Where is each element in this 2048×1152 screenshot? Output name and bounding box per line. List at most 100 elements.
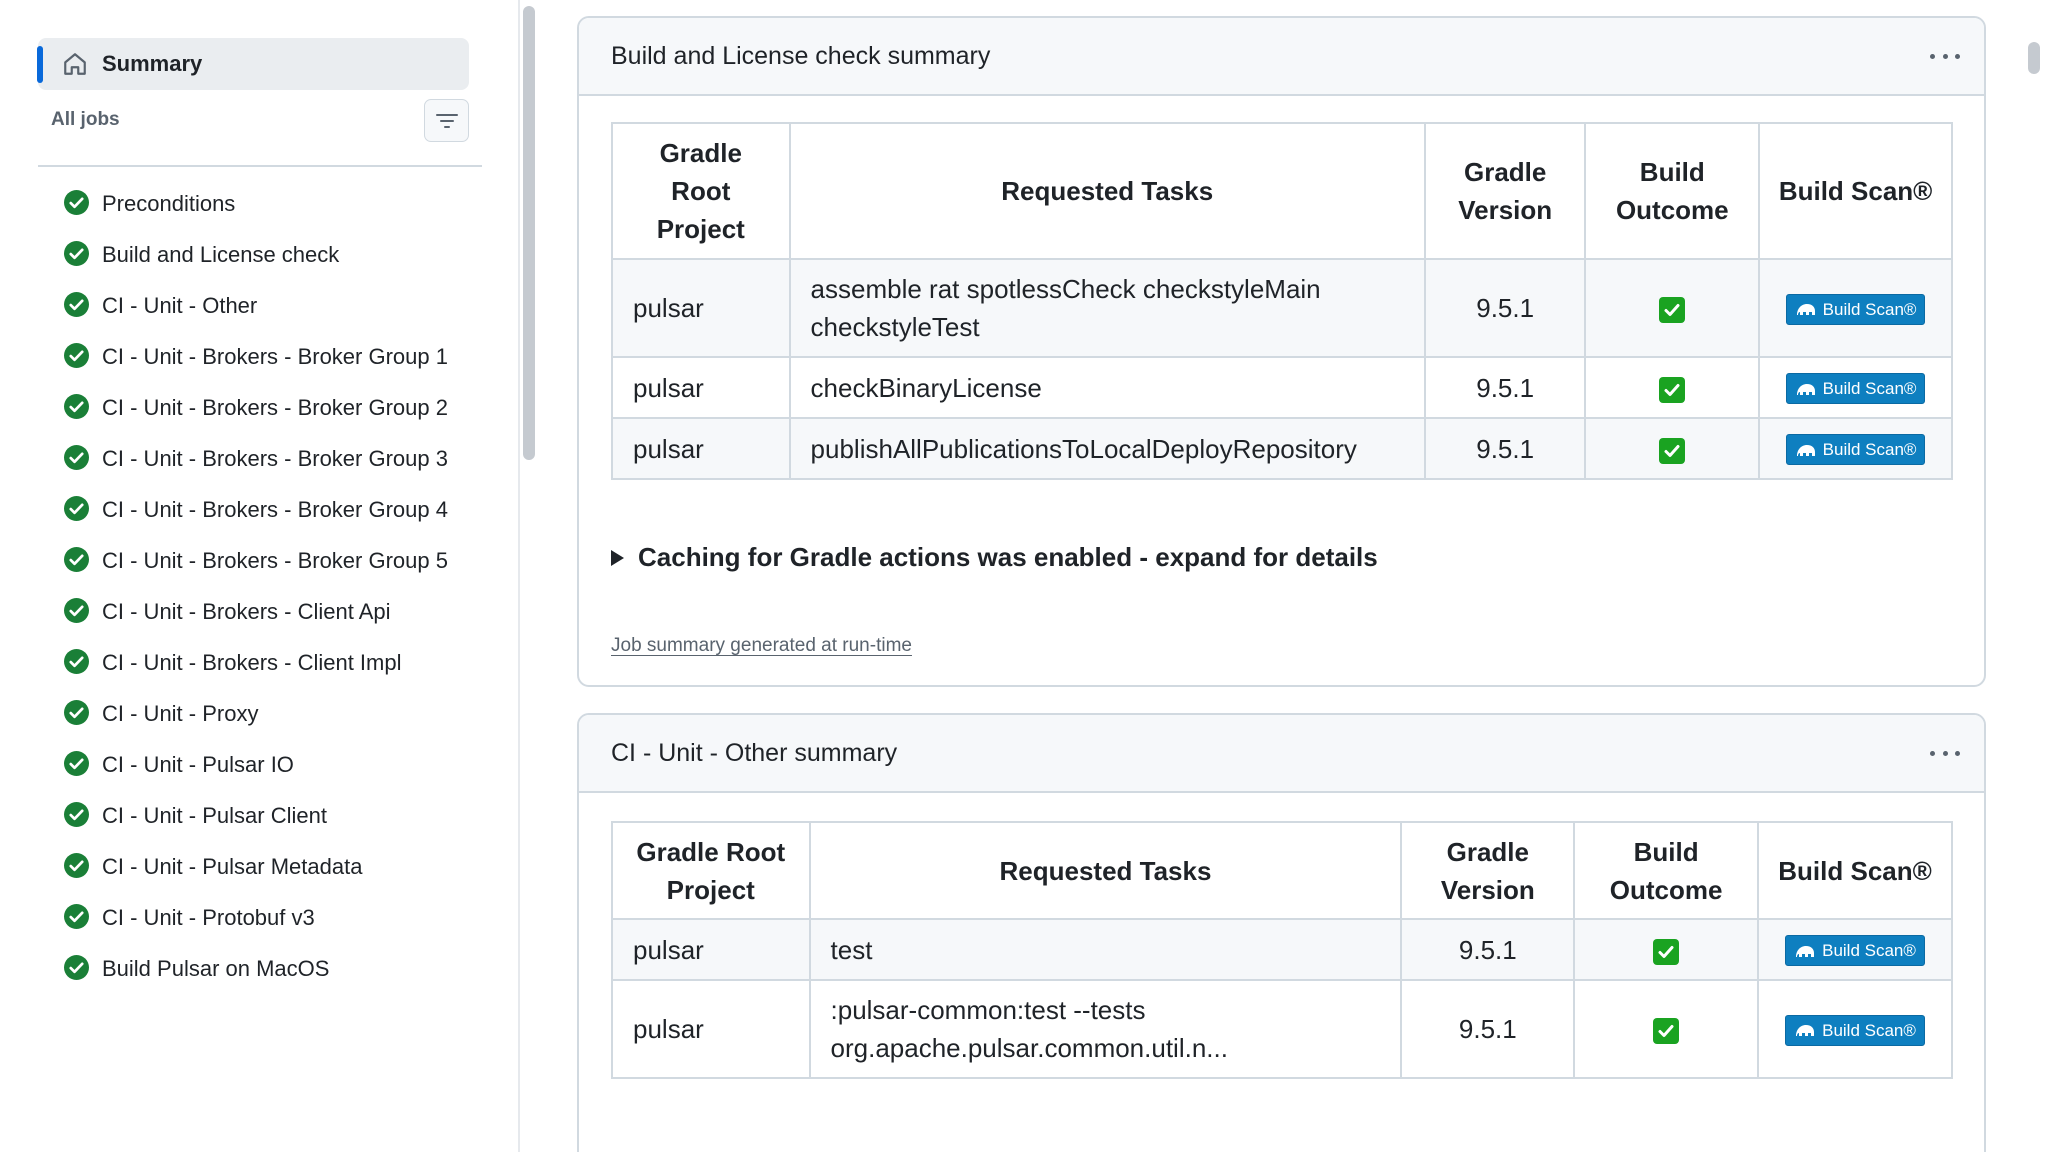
check-circle-icon (64, 802, 89, 827)
job-summary-generated-link[interactable]: Job summary generated at run-time (611, 635, 912, 657)
elephant-icon (1796, 1025, 1815, 1036)
check-circle-icon (64, 292, 89, 317)
sidebar-job-item[interactable]: CI - Unit - Brokers - Broker Group 2 (62, 392, 462, 424)
outcome-cell (1584, 258, 1761, 358)
sidebar-job-item[interactable]: CI - Unit - Brokers - Broker Group 3 (62, 443, 462, 475)
check-box-icon (1653, 1018, 1680, 1045)
tasks-cell: :pulsar-common:test --tests org.apache.p… (808, 979, 1403, 1079)
column-header: Gradle Root Project (611, 821, 811, 920)
column-header: Build Scan® (1757, 821, 1953, 920)
job-label: CI - Unit - Brokers - Broker Group 3 (102, 446, 448, 471)
sidebar-job-item[interactable]: CI - Unit - Other (62, 290, 462, 322)
job-label: CI - Unit - Pulsar IO (102, 752, 294, 777)
check-box-icon (1659, 297, 1686, 324)
check-circle-icon (64, 598, 89, 623)
sidebar-job-item[interactable]: CI - Unit - Brokers - Broker Group 5 (62, 545, 462, 577)
job-label: CI - Unit - Brokers - Broker Group 5 (102, 548, 448, 573)
check-circle-icon (64, 853, 89, 878)
table-row: pulsar :pulsar-common:test --tests org.a… (611, 979, 1953, 1079)
check-circle-icon (64, 751, 89, 776)
build-scan-button[interactable]: Build Scan® (1785, 373, 1926, 404)
build-scan-button[interactable]: Build Scan® (1785, 935, 1925, 966)
all-jobs-label: All jobs (51, 109, 120, 130)
scan-cell: Build Scan® (1757, 918, 1953, 981)
project-cell: pulsar (611, 979, 811, 1079)
sidebar-job-item[interactable]: CI - Unit - Pulsar Client (62, 800, 462, 832)
table-header-row: Gradle Root Project Requested Tasks Grad… (611, 122, 1953, 260)
sidebar-job-item[interactable]: Build and License check (62, 239, 462, 271)
sidebar-job-item[interactable]: CI - Unit - Proxy (62, 698, 462, 730)
filter-button[interactable] (424, 99, 469, 142)
job-summary-card: Build and License check summary Gradle R… (577, 16, 1986, 687)
table-row: pulsar test 9.5.1 Build Scan® (611, 918, 1953, 981)
check-circle-icon (64, 904, 89, 929)
job-label: CI - Unit - Brokers - Client Api (102, 599, 391, 624)
job-label: CI - Unit - Brokers - Broker Group 4 (102, 497, 448, 522)
caching-details-toggle[interactable]: Caching for Gradle actions was enabled -… (611, 542, 1378, 573)
scan-cell: Build Scan® (1757, 979, 1953, 1079)
tasks-cell: assemble rat spotlessCheck checkstyleMai… (788, 258, 1426, 358)
project-cell: pulsar (611, 918, 811, 981)
sidebar-job-item[interactable]: CI - Unit - Pulsar Metadata (62, 851, 462, 883)
sidebar-item-summary[interactable]: Summary (37, 38, 469, 90)
sidebar-job-item[interactable]: CI - Unit - Brokers - Broker Group 4 (62, 494, 462, 526)
sidebar-job-item[interactable]: CI - Unit - Brokers - Broker Group 1 (62, 341, 462, 373)
dot (1942, 750, 1948, 756)
divider (38, 165, 482, 167)
gradle-summary-table: Gradle Root Project Requested Tasks Grad… (611, 821, 1953, 1079)
sidebar-item-label: Summary (102, 51, 203, 76)
sidebar-job-item[interactable]: CI - Unit - Brokers - Client Api (62, 596, 462, 628)
sidebar-job-item[interactable]: CI - Unit - Protobuf v3 (62, 902, 462, 934)
table-row: pulsar checkBinaryLicense 9.5.1 Build Sc… (611, 356, 1953, 419)
active-indicator (37, 46, 43, 83)
dot (1955, 53, 1960, 59)
column-header: Build Outcome (1584, 122, 1761, 260)
disclosure-triangle-icon (611, 549, 624, 566)
build-scan-button[interactable]: Build Scan® (1785, 293, 1926, 325)
check-circle-icon (64, 343, 89, 368)
job-label: CI - Unit - Brokers - Client Impl (102, 650, 402, 675)
job-label: CI - Unit - Pulsar Metadata (102, 854, 363, 879)
kebab-menu-button[interactable] (1930, 44, 1960, 68)
job-label: Preconditions (102, 191, 236, 216)
kebab-menu-button[interactable] (1930, 741, 1960, 765)
details-summary-label: Caching for Gradle actions was enabled -… (638, 542, 1378, 572)
column-header: Build Outcome (1573, 821, 1760, 920)
job-summary-card: CI - Unit - Other summary Gradle Root Pr… (577, 713, 1986, 1152)
card-header: Build and License check summary (579, 18, 1984, 96)
card-title: CI - Unit - Other summary (611, 738, 898, 767)
build-scan-button[interactable]: Build Scan® (1785, 434, 1926, 465)
column-header: Gradle Root Project (611, 122, 791, 260)
scan-cell: Build Scan® (1758, 417, 1953, 480)
build-scan-label: Build Scan® (1822, 1020, 1916, 1040)
sidebar-job-item[interactable]: Preconditions (62, 188, 462, 220)
dot (1955, 750, 1960, 756)
sidebar-job-item[interactable]: CI - Unit - Brokers - Client Impl (62, 647, 462, 679)
column-header: Requested Tasks (788, 122, 1426, 260)
sidebar-job-item[interactable]: CI - Unit - Pulsar IO (62, 749, 462, 781)
scan-cell: Build Scan® (1758, 356, 1953, 419)
page-scrollbar[interactable] (2028, 42, 2040, 74)
build-scan-button[interactable]: Build Scan® (1785, 1014, 1925, 1046)
gradle-summary-table: Gradle Root Project Requested Tasks Grad… (611, 122, 1953, 480)
sidebar-job-item[interactable]: Build Pulsar on MacOS (62, 953, 462, 985)
elephant-icon (1796, 444, 1815, 456)
tasks-cell: checkBinaryLicense (788, 356, 1426, 419)
filter-icon (435, 113, 458, 128)
table-header-row: Gradle Root Project Requested Tasks Grad… (611, 821, 1953, 920)
check-circle-icon (64, 700, 89, 725)
check-circle-icon (64, 955, 89, 980)
table-row: pulsar publishAllPublicationsToLocalDepl… (611, 417, 1953, 480)
version-cell: 9.5.1 (1400, 918, 1576, 981)
check-box-icon (1659, 437, 1686, 464)
project-cell: pulsar (611, 356, 791, 419)
build-scan-label: Build Scan® (1822, 941, 1916, 960)
version-cell: 9.5.1 (1423, 356, 1587, 419)
elephant-icon (1796, 945, 1815, 957)
job-label: CI - Unit - Proxy (102, 701, 259, 726)
check-circle-icon (64, 547, 89, 572)
column-header: Build Scan® (1758, 122, 1953, 260)
check-circle-icon (64, 394, 89, 419)
dot (1930, 750, 1935, 756)
check-circle-icon (64, 445, 89, 470)
